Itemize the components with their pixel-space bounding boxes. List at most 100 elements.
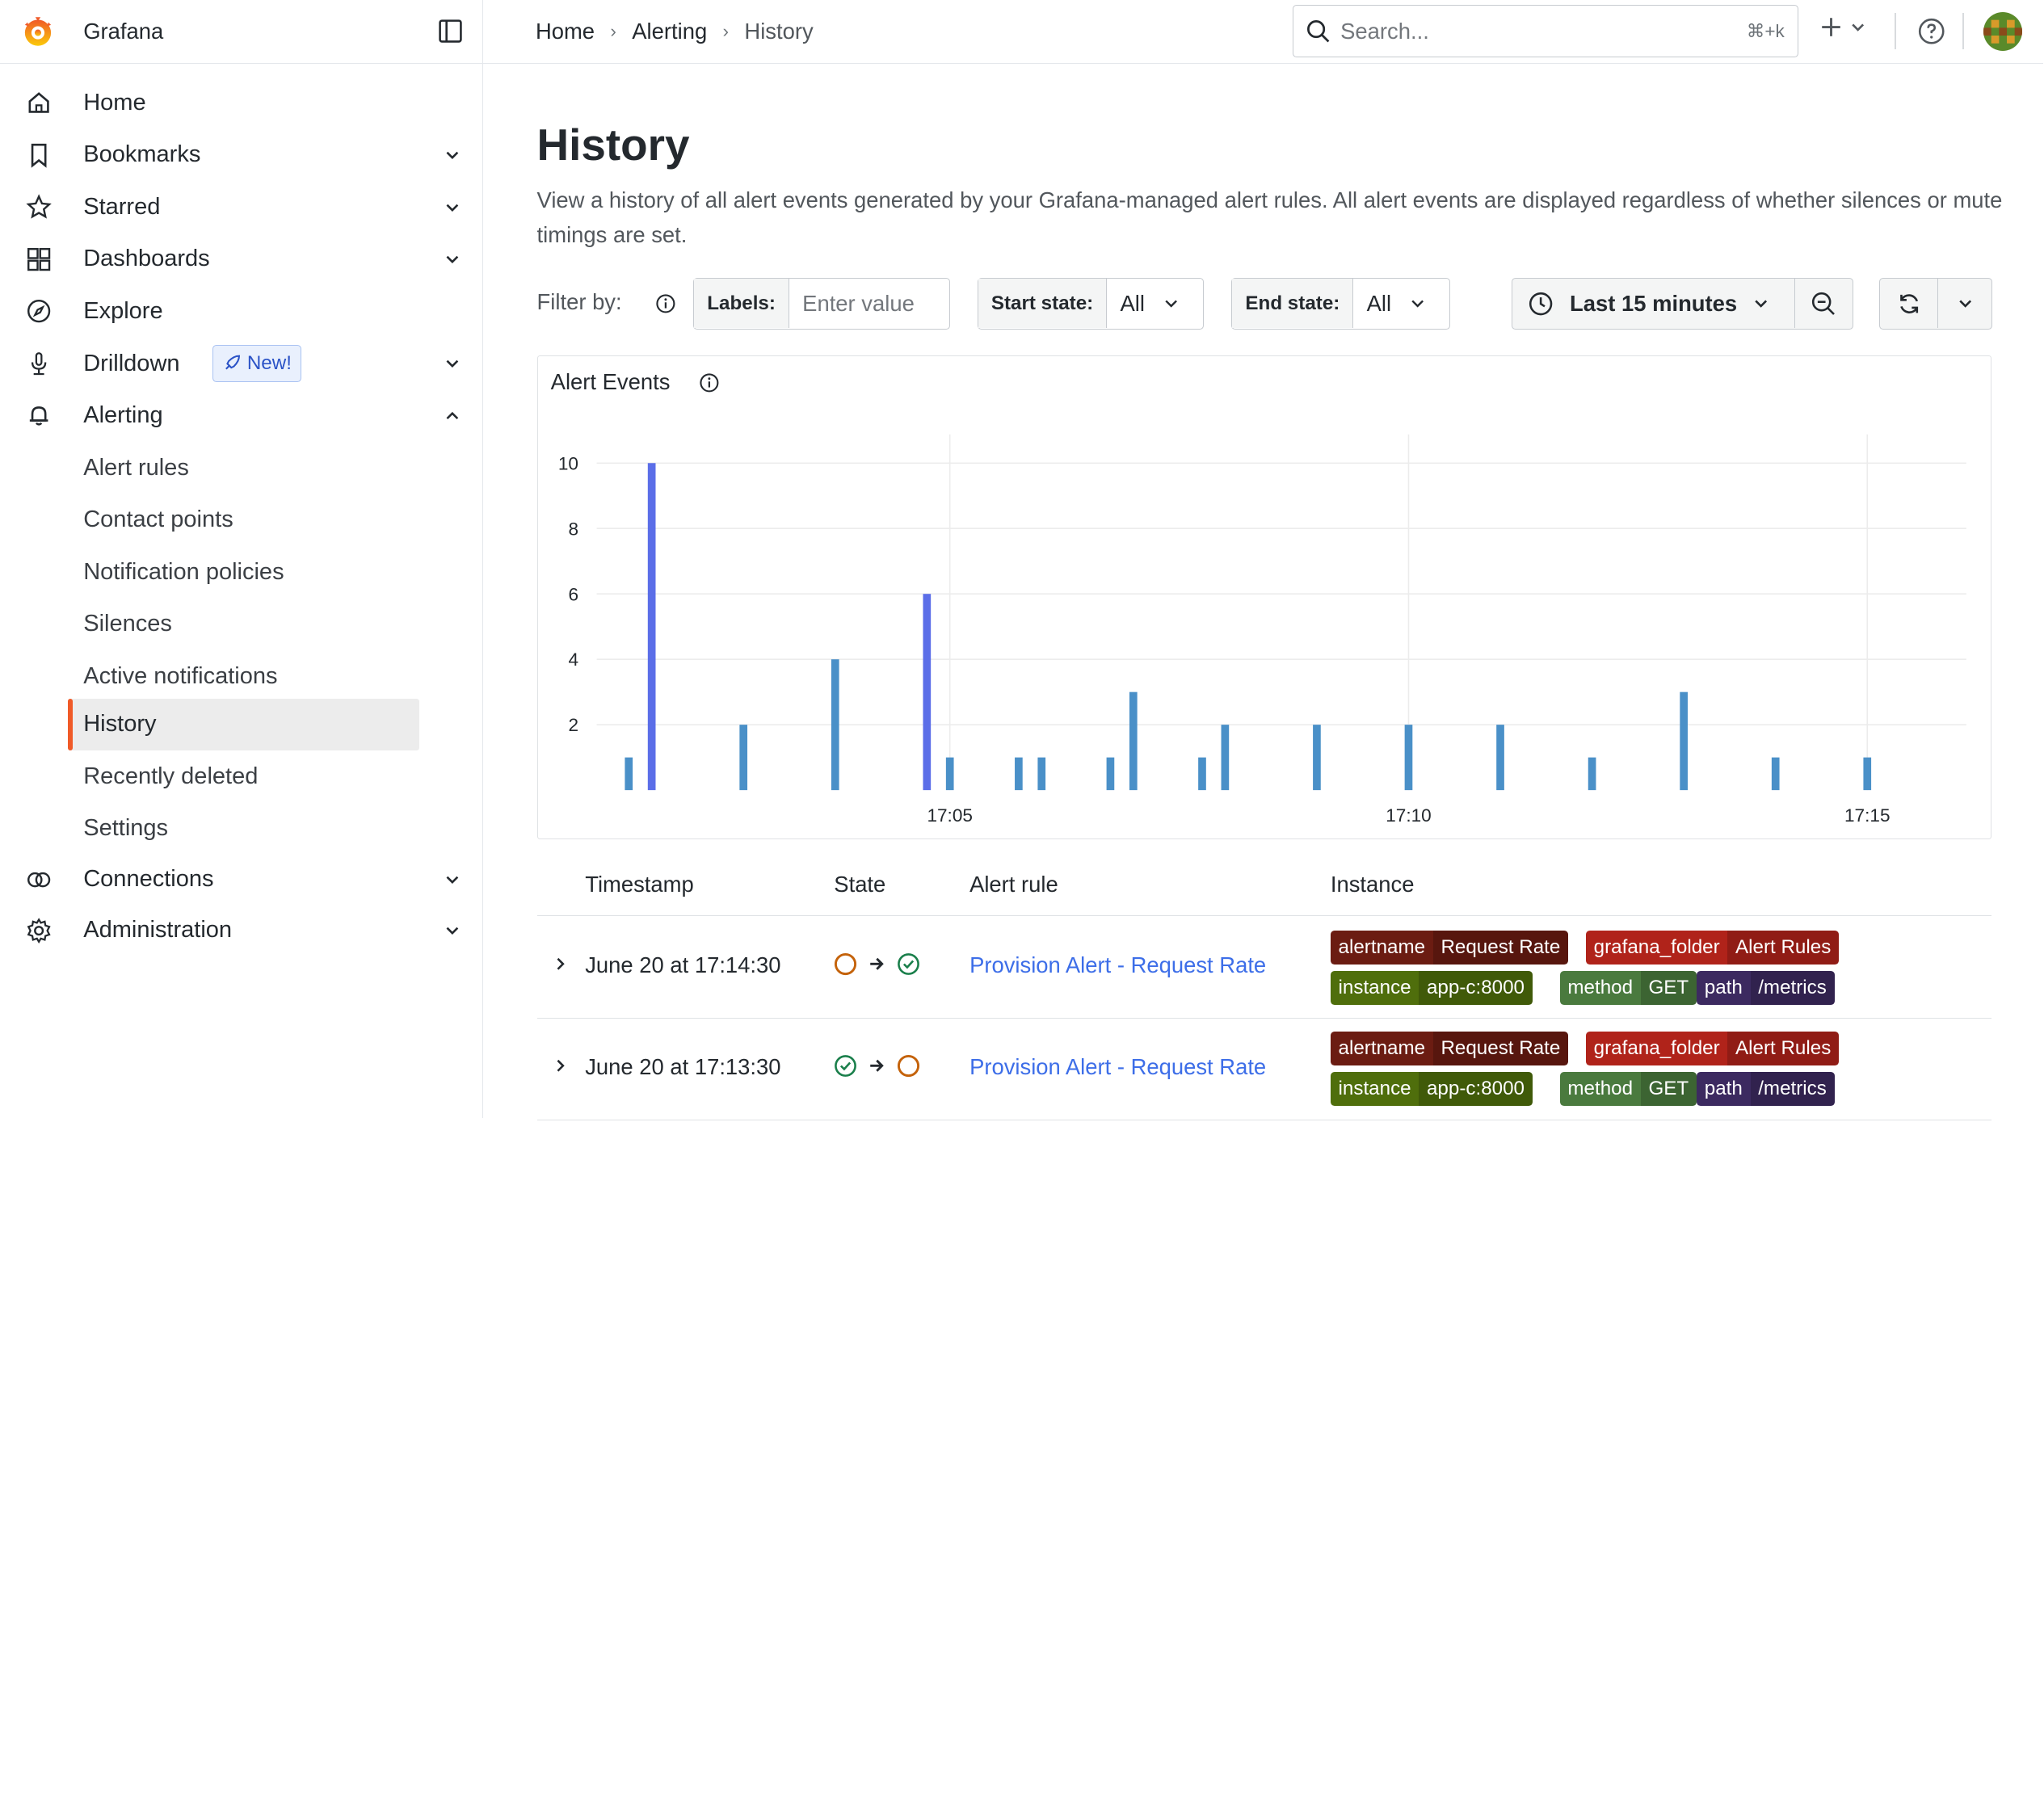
zoom-out-button[interactable]	[1795, 291, 1853, 317]
x-tick-label: 17:10	[1386, 805, 1432, 826]
chevron-down-icon[interactable]	[442, 249, 463, 270]
alert-rule-link[interactable]: Provision Alert - Request Rate	[969, 952, 1266, 978]
chevron-down-icon	[1754, 300, 1767, 308]
x-tick-label: 17:05	[927, 805, 973, 826]
label-tag[interactable]: grafana_folder Alert Rules	[1586, 930, 1839, 965]
sidebar-item-silences[interactable]: Silences	[68, 598, 420, 650]
sidebar-item-explore[interactable]: Explore	[0, 285, 483, 338]
sidebar-item-connections[interactable]: Connections	[0, 854, 483, 906]
refresh-interval-dropdown[interactable]	[1938, 296, 1991, 311]
sidebar-item-starred[interactable]: Starred	[0, 181, 483, 233]
help-icon[interactable]	[1917, 17, 1945, 45]
clock-icon	[1529, 292, 1553, 316]
end-state-select[interactable]: All	[1353, 291, 1438, 317]
sidebar-item-dashboards[interactable]: Dashboards	[0, 233, 483, 286]
sidebar-item-administration[interactable]: Administration	[0, 904, 483, 956]
label-tag[interactable]: method GET	[1559, 1072, 1697, 1107]
chart-bar	[1312, 725, 1321, 791]
alert-rule-link[interactable]: Provision Alert - Request Rate	[969, 1054, 1266, 1080]
label-tag[interactable]: method GET	[1559, 970, 1697, 1005]
sidebar-subitem-label: Silences	[83, 611, 172, 637]
time-range-value: Last 15 minutes	[1570, 290, 1738, 316]
avatar[interactable]	[1983, 11, 2023, 51]
label-tag[interactable]: alertname Request Rate	[1330, 930, 1569, 965]
sidebar-item-label: Drilldown	[83, 350, 180, 376]
labels-filter-input[interactable]: Enter value	[789, 291, 927, 317]
time-range-picker: Last 15 minutes	[1512, 277, 1853, 330]
sidebar-item-active-notifications[interactable]: Active notifications	[68, 650, 420, 703]
label-key: alertname	[1338, 1037, 1426, 1060]
label-value: app-c:8000	[1419, 970, 1533, 1005]
new-menu-button[interactable]	[1819, 15, 1866, 39]
breadcrumb-separator-icon: ›	[610, 21, 616, 42]
dock-menu-icon[interactable]	[438, 19, 462, 43]
y-tick-label: 2	[568, 716, 578, 736]
chart-bar	[1106, 757, 1114, 791]
chart-bar	[1404, 725, 1412, 791]
time-range-button[interactable]: Last 15 minutes	[1512, 279, 1796, 329]
sidebar-item-notification-policies[interactable]: Notification policies	[68, 546, 420, 599]
breadcrumb-alerting[interactable]: Alerting	[632, 19, 707, 44]
sidebar-item-settings[interactable]: Settings	[68, 803, 420, 855]
refresh-button[interactable]	[1880, 279, 1939, 329]
chevron-down-icon[interactable]	[442, 197, 463, 218]
sidebar-subitem-label: Active notifications	[83, 662, 278, 689]
column-header-state[interactable]: State	[834, 872, 885, 897]
sidebar-item-drilldown[interactable]: Drilldown New!	[0, 338, 483, 390]
chart-bar	[624, 757, 633, 791]
table-row[interactable]: June 20 at 17:13:30 Provision Alert - Req…	[536, 1019, 1991, 1121]
chevron-down-icon[interactable]	[442, 145, 463, 166]
chevron-right-icon[interactable]	[553, 1057, 568, 1075]
sidebar-item-history[interactable]: History	[67, 698, 420, 751]
column-header-instance[interactable]: Instance	[1331, 872, 1415, 897]
start-state-value: All	[1120, 290, 1145, 316]
alert-events-panel: Alert Events 2 4 6 8 10 17:05 17:10 17:15	[536, 355, 1991, 839]
grafana-logo-icon[interactable]	[21, 15, 55, 48]
chevron-down-icon	[1164, 300, 1177, 308]
sidebar-item-home[interactable]: Home	[0, 77, 483, 129]
refresh-picker	[1878, 277, 1993, 330]
label-key: grafana_folder	[1593, 1037, 1720, 1060]
sidebar-item-recently-deleted[interactable]: Recently deleted	[68, 750, 420, 803]
start-state-select[interactable]: All	[1107, 291, 1192, 317]
label-key: path	[1704, 1078, 1743, 1100]
sidebar-item-label: Connections	[83, 866, 214, 893]
column-header-alert-rule[interactable]: Alert rule	[969, 872, 1058, 897]
chart-bar	[1014, 757, 1023, 791]
label-key: instance	[1338, 1078, 1411, 1100]
labels-filter: Labels: Enter value	[693, 277, 950, 330]
column-header-timestamp[interactable]: Timestamp	[585, 872, 694, 897]
table-row[interactable]: June 20 at 17:14:30 Provision Alert - Req…	[536, 918, 1991, 1019]
chevron-right-icon[interactable]	[553, 955, 568, 973]
chart-bar	[831, 659, 839, 791]
chevron-down-icon[interactable]	[442, 869, 463, 890]
chevron-down-icon[interactable]	[442, 353, 463, 374]
sidebar-item-bookmarks[interactable]: Bookmarks	[0, 129, 483, 182]
sidebar-item-label: Alerting	[83, 402, 163, 429]
pending-state-icon	[897, 1054, 919, 1077]
sidebar-item-contact-points[interactable]: Contact points	[68, 494, 420, 546]
chevron-down-icon	[1852, 23, 1865, 32]
label-tag[interactable]: instance app-c:8000	[1330, 1072, 1533, 1107]
label-tag[interactable]: alertname Request Rate	[1330, 1032, 1569, 1066]
info-icon[interactable]	[655, 293, 676, 314]
page-description: View a history of all alert events gener…	[536, 187, 2003, 248]
label-value: Request Rate	[1432, 930, 1569, 965]
sidebar-subitem-label: Contact points	[83, 506, 233, 533]
sidebar-item-alerting[interactable]: Alerting	[0, 389, 483, 442]
new-badge-label: New!	[246, 352, 292, 374]
label-tag[interactable]: path/metrics	[1697, 970, 1835, 1005]
label-tag[interactable]: instance app-c:8000	[1330, 970, 1533, 1005]
breadcrumb-home[interactable]: Home	[536, 19, 595, 44]
label-tag[interactable]: path/metrics	[1697, 1072, 1835, 1107]
page-title: History	[536, 119, 690, 170]
y-tick-label: 4	[568, 650, 578, 670]
state-transition	[834, 1054, 919, 1078]
search-input[interactable]: Search... ⌘+k	[1293, 5, 1798, 57]
chevron-down-icon[interactable]	[442, 920, 463, 941]
sidebar-item-alert-rules[interactable]: Alert rules	[68, 442, 420, 494]
label-tag[interactable]: grafana_folder Alert Rules	[1586, 1032, 1839, 1066]
toolbar-divider	[1962, 13, 1964, 50]
sidebar-item-label: Home	[83, 89, 146, 116]
chevron-up-icon[interactable]	[442, 406, 463, 427]
